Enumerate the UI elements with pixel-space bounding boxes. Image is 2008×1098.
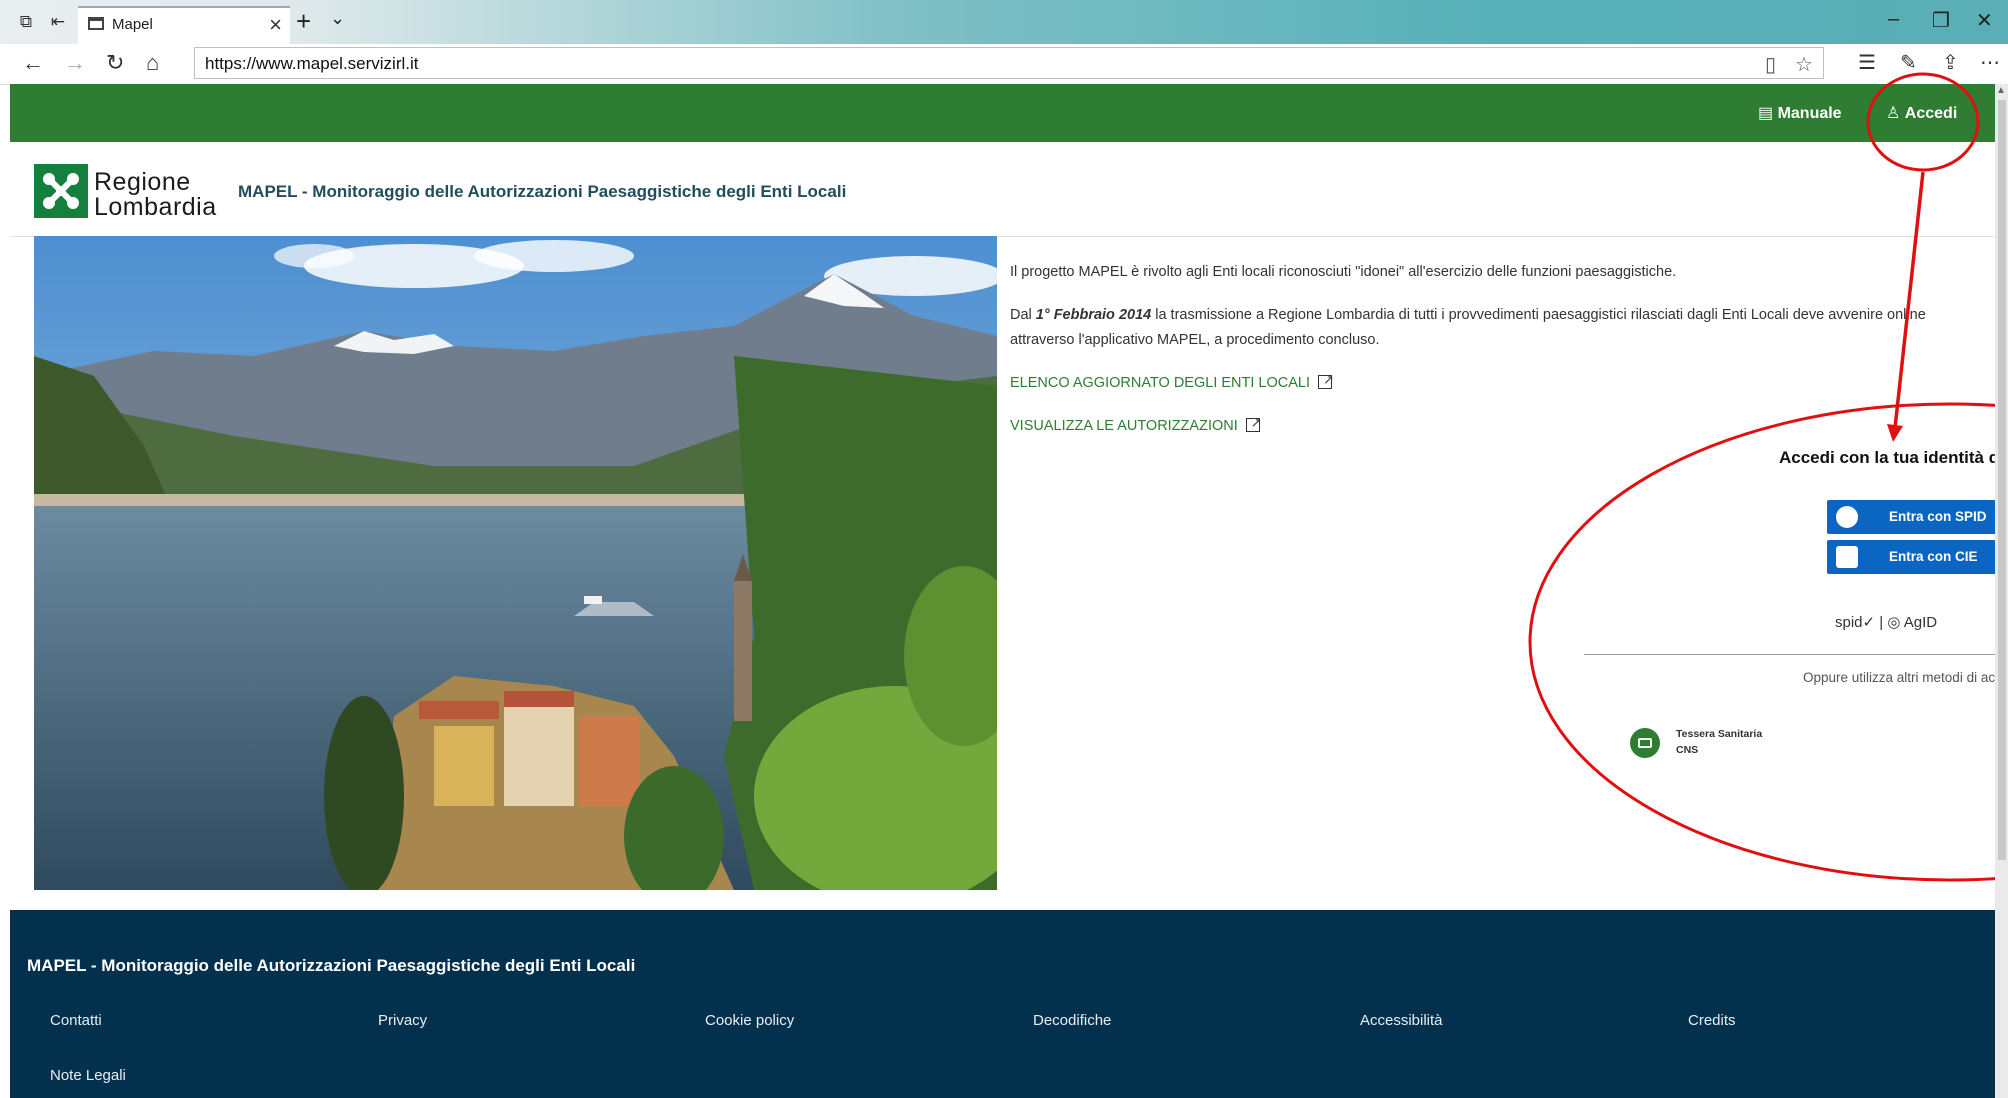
site-footer: MAPEL - Monitoraggio delle Autorizzazion… [10,910,1995,1098]
footer-link-privacy[interactable]: Privacy [378,1012,427,1029]
intro-section: Il progetto MAPEL è rivolto agli Enti lo… [1010,260,1985,457]
external-link-icon [1318,367,1334,392]
intro-paragraph-2: Dal 1° Febbraio 2014 la trasmissione a R… [1010,303,1985,353]
new-tab-icon[interactable]: + [296,6,311,37]
divider [1584,654,1995,655]
cie-login-button[interactable]: Entra con CIE [1827,540,1995,574]
cns-line-1: Tessera Sanitaria [1676,728,1763,740]
forward-icon[interactable]: → [64,50,86,76]
site-header: Regione Lombardia MAPEL - Monitoraggio d… [10,142,1995,237]
regione-lombardia-logo-icon[interactable] [34,164,88,218]
login-label: Accedi [1904,105,1958,122]
spid-agid-logos: spid✓ | ◎ AgID [1835,614,1938,631]
intro-p2-date: 1° Febbraio 2014 [1035,307,1152,323]
intro-paragraph-1: Il progetto MAPEL è rivolto agli Enti lo… [1010,264,1677,280]
favorite-star-icon[interactable]: ☆ [1795,52,1813,77]
browser-address-bar: ← → ↻ ⌂ https://www.mapel.servizirl.it ▯… [0,44,2008,85]
refresh-icon[interactable]: ↻ [106,50,124,76]
logo-line-1: Regione [94,168,191,196]
alt-methods-text: Oppure utilizza altri metodi di acces [1803,670,1995,685]
favorites-hub-icon[interactable]: ☰ [1858,50,1876,75]
tab-list-chevron-icon[interactable]: ⌄ [330,8,345,29]
footer-link-credits[interactable]: Credits [1688,1012,1736,1029]
reading-view-icon[interactable]: ▯ [1765,52,1776,77]
share-icon[interactable]: ⇪ [1942,50,1959,75]
footer-title: MAPEL - Monitoraggio delle Autorizzazion… [27,956,636,975]
cie-button-label: Entra con CIE [1889,549,1978,564]
link-visualizza-label: VISUALIZZA LE AUTORIZZAZIONI [1010,418,1238,434]
intro-p2-prefix: Dal [1010,307,1032,323]
page-icon [88,17,104,30]
cns-line-2: CNS [1676,744,1699,756]
spid-button-label: Entra con SPID [1889,509,1987,524]
restore-icon[interactable]: ❐ [1932,8,1950,33]
spid-user-icon [1836,506,1858,528]
logo-line-2: Lombardia [94,193,217,221]
user-icon: ♙ [1886,105,1905,122]
scroll-thumb[interactable] [1998,100,2006,860]
spid-login-button[interactable]: Entra con SPID [1827,500,1995,534]
home-icon[interactable]: ⌂ [146,50,159,76]
page-scrollbar[interactable]: ▲ [1995,84,2008,1098]
external-link-icon [1245,410,1262,435]
cns-card-icon[interactable] [1630,728,1660,758]
document-icon: ▤ [1758,105,1778,122]
footer-link-note-legali[interactable]: Note Legali [50,1067,126,1084]
site-top-nav: ▤ Manuale ♙ Accedi [10,84,1995,142]
manual-label: Manuale [1777,105,1842,122]
minimize-icon[interactable]: – [1888,8,1899,31]
login-link[interactable]: ♙ Accedi [1886,103,1957,123]
set-aside-tabs-icon[interactable]: ⇤ [48,12,68,32]
footer-link-decodifiche[interactable]: Decodifiche [1033,1012,1111,1029]
link-elenco-enti-label: ELENCO AGGIORNATO DEGLI ENTI LOCALI [1010,375,1311,391]
more-icon[interactable]: ⋯ [1980,50,2000,75]
logo-wordmark: Regione Lombardia [94,170,217,220]
login-panel: Accedi con la tua identità dig Entra con… [1560,430,1995,810]
manual-link[interactable]: ▤ Manuale [1758,103,1842,123]
url-text: https://www.mapel.servizirl.it [205,54,419,73]
cns-login-option[interactable]: Tessera Sanitaria CNS [1676,726,1762,758]
site-title: MAPEL - Monitoraggio delle Autorizzazion… [238,182,847,201]
footer-link-accessibilita[interactable]: Accessibilità [1360,1012,1443,1029]
footer-link-cookie-policy[interactable]: Cookie policy [705,1012,794,1029]
hero-lake-image [34,236,997,890]
browser-tab-mapel[interactable]: Mapel × [78,6,290,44]
link-visualizza-autorizzazioni[interactable]: VISUALIZZA LE AUTORIZZAZIONI [1010,410,1262,435]
tab-title: Mapel [112,16,153,33]
tab-close-icon[interactable]: × [269,12,282,38]
web-note-icon[interactable]: ✎ [1900,50,1917,75]
link-elenco-enti[interactable]: ELENCO AGGIORNATO DEGLI ENTI LOCALI [1010,367,1334,392]
url-input[interactable]: https://www.mapel.servizirl.it ▯ ☆ [194,47,1824,79]
tab-actions-icon[interactable]: ⧉ [16,12,36,32]
login-title: Accedi con la tua identità dig [1779,448,1995,467]
close-window-icon[interactable]: ✕ [1976,8,1993,33]
scroll-up-icon[interactable]: ▲ [1996,85,2006,96]
back-icon[interactable]: ← [22,50,44,76]
footer-link-contatti[interactable]: Contatti [50,1012,102,1029]
cie-card-icon [1836,546,1858,568]
browser-tab-bar: ⧉ ⇤ Mapel × + ⌄ – ❐ ✕ [0,0,2008,44]
